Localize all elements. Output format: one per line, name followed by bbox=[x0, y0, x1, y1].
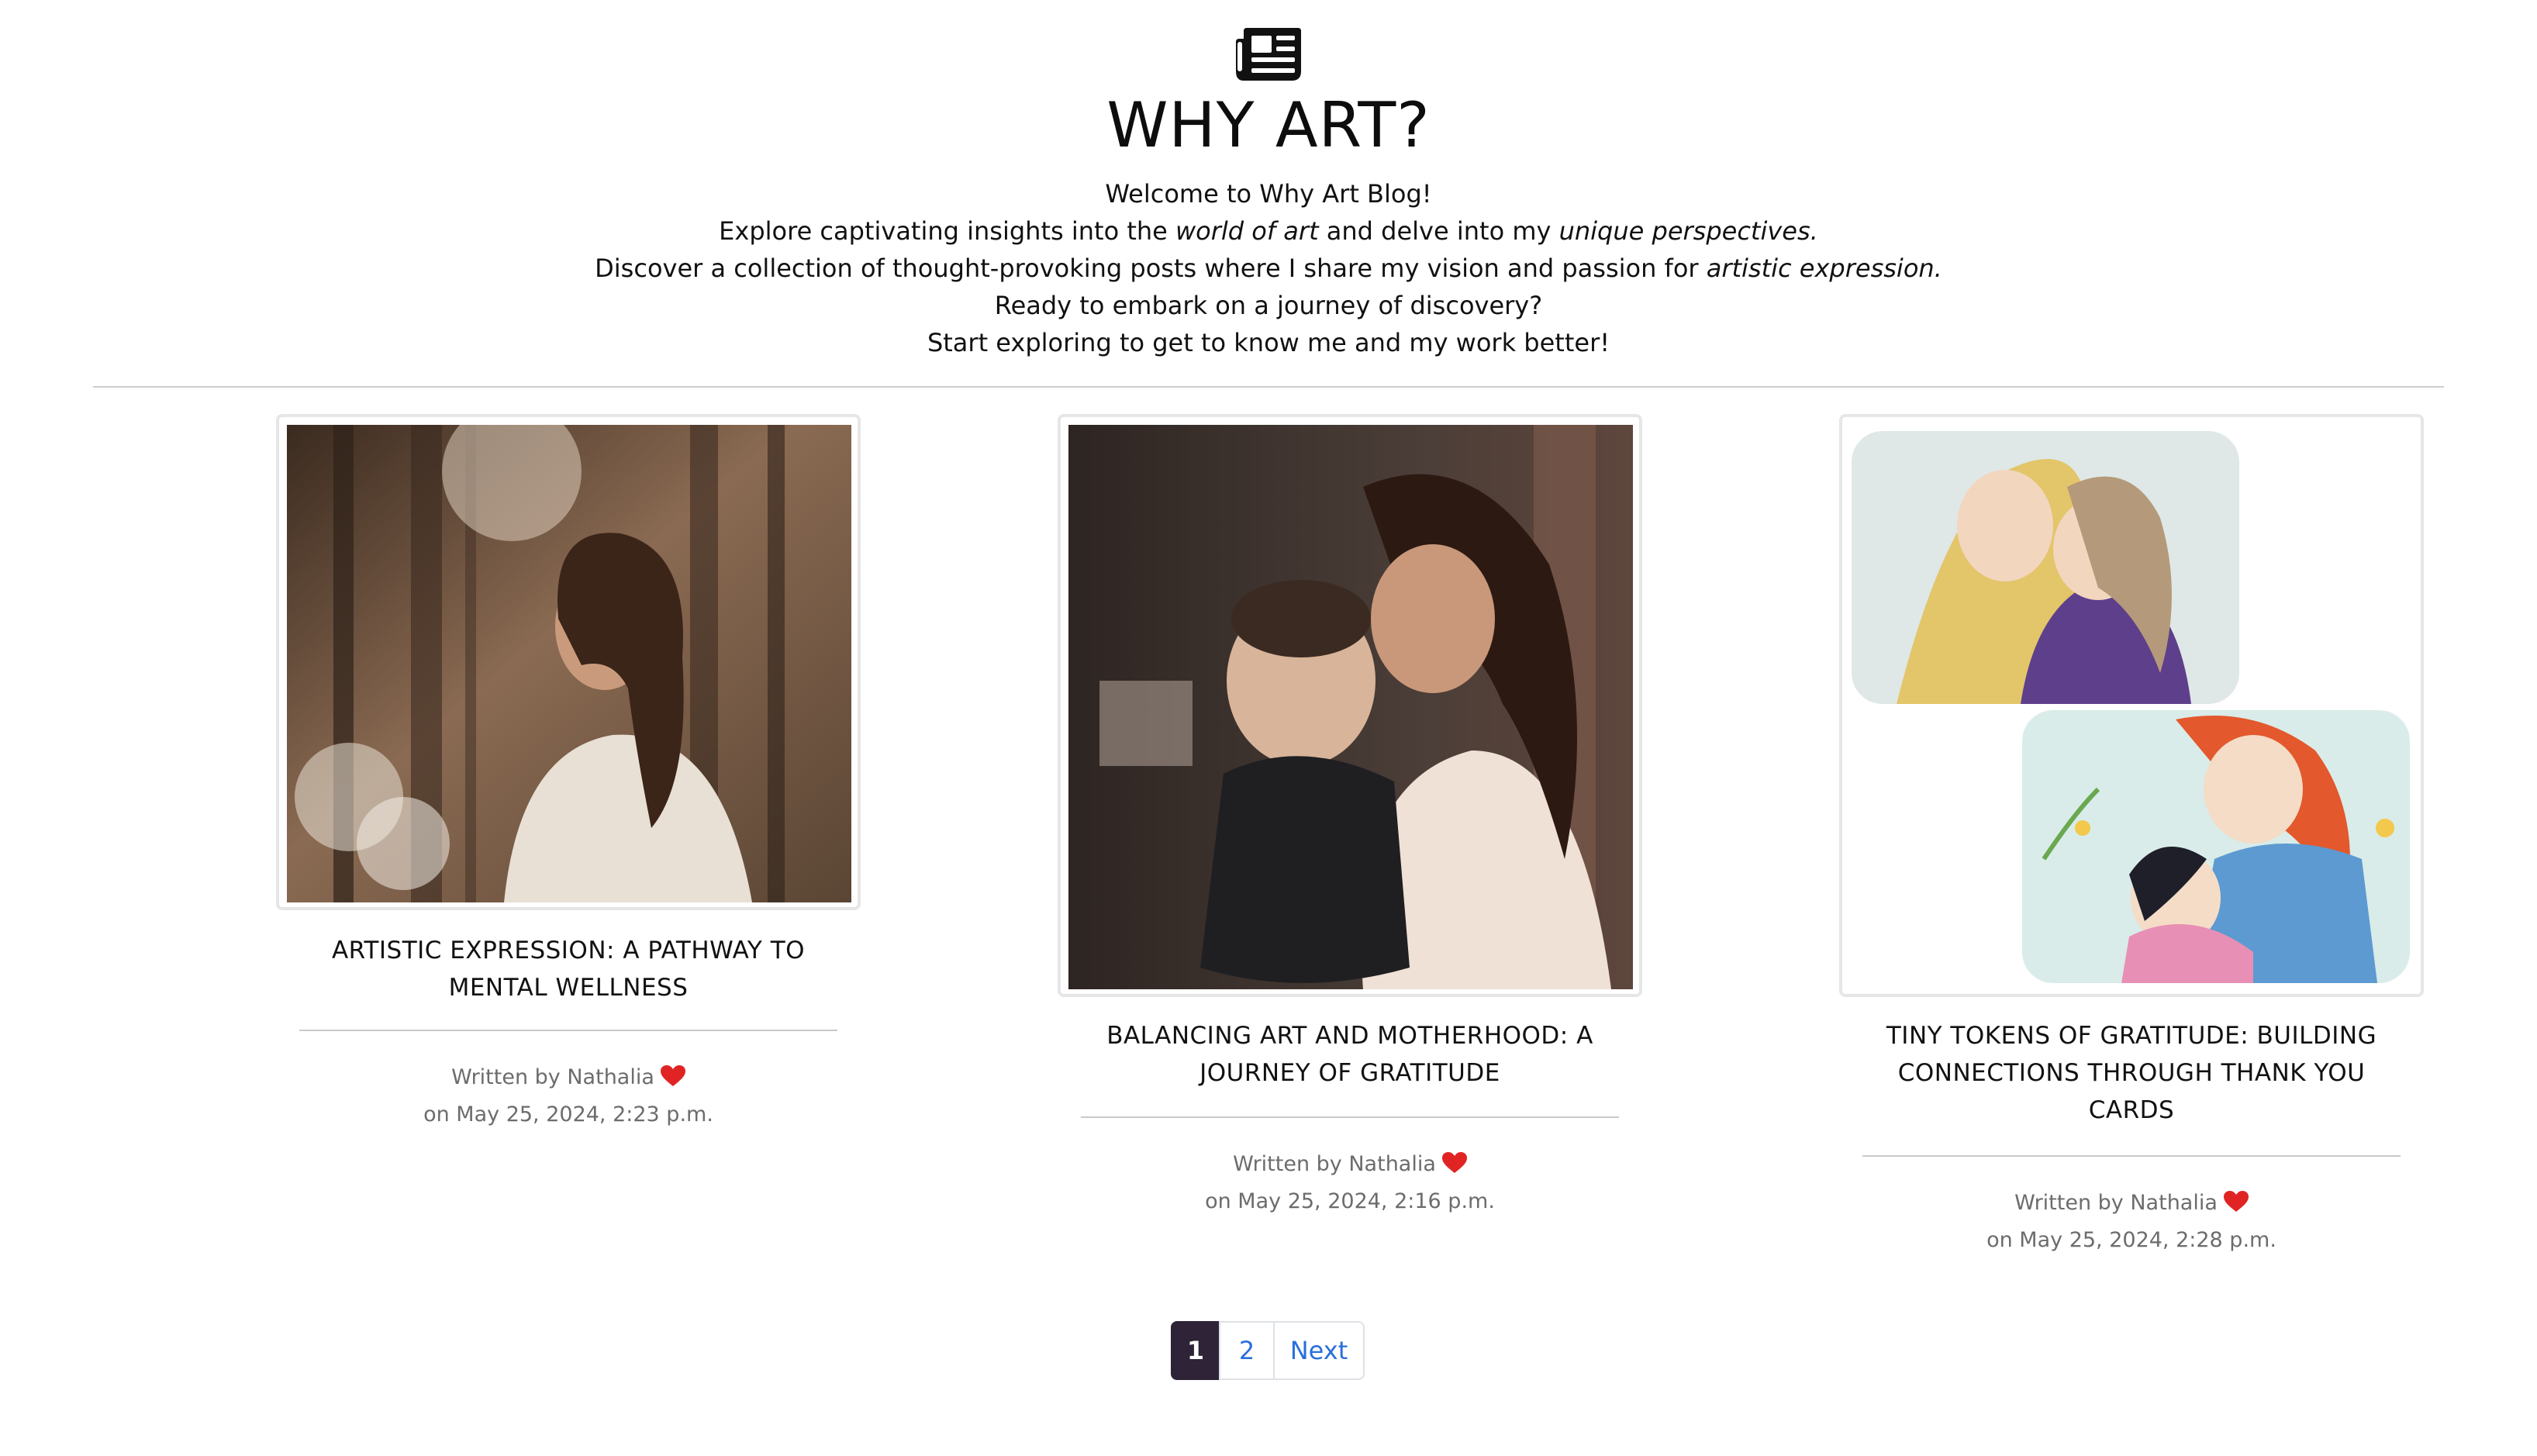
page-1-button[interactable]: 1 bbox=[1171, 1321, 1220, 1380]
post-date: on May 25, 2024, 2:23 p.m. bbox=[423, 1102, 713, 1127]
divider bbox=[299, 1030, 837, 1031]
post-author: Written by Nathalia bbox=[1058, 1146, 1642, 1183]
intro-line: Explore captivating insights into the wo… bbox=[719, 216, 1818, 246]
post-card: TINY TOKENS OF GRATITUDE: BUILDING CONNE… bbox=[1839, 414, 2424, 1267]
post-card: ARTISTIC EXPRESSION: A PATHWAY TO MENTAL… bbox=[276, 414, 861, 1143]
blog-page: WHY ART? Welcome to Why Art Blog! Explor… bbox=[0, 0, 2537, 1456]
post-author: Written by Nathalia bbox=[1839, 1185, 2424, 1222]
post-image-link[interactable] bbox=[276, 414, 861, 910]
intro-line: Discover a collection of thought-provoki… bbox=[595, 254, 1942, 283]
site-title: WHY ART? bbox=[1106, 89, 1431, 161]
intro-line: Start exploring to get to know me and my… bbox=[927, 328, 1610, 357]
pagination: 1 2 Next bbox=[1171, 1321, 1365, 1380]
intro-line: Welcome to Why Art Blog! bbox=[1105, 179, 1432, 209]
post-card: BALANCING ART AND MOTHERHOOD: A JOURNEY … bbox=[1058, 414, 1642, 1228]
divider bbox=[1081, 1116, 1619, 1118]
post-author: Written by Nathalia bbox=[276, 1059, 861, 1096]
divider bbox=[1862, 1155, 2401, 1157]
post-image bbox=[1850, 425, 2414, 989]
post-image bbox=[1068, 425, 1633, 989]
newspaper-icon bbox=[1236, 28, 1301, 81]
post-title[interactable]: TINY TOKENS OF GRATITUDE: BUILDING CONNE… bbox=[1862, 1017, 2401, 1129]
post-date: on May 25, 2024, 2:28 p.m. bbox=[1986, 1228, 2276, 1252]
post-title[interactable]: ARTISTIC EXPRESSION: A PATHWAY TO MENTAL… bbox=[299, 932, 837, 1006]
post-date: on May 25, 2024, 2:16 p.m. bbox=[1205, 1189, 1495, 1213]
post-image-link[interactable] bbox=[1058, 414, 1642, 997]
intro-text: Welcome to Why Art Blog! Explore captiva… bbox=[0, 175, 2537, 361]
intro-line: Ready to embark on a journey of discover… bbox=[994, 291, 1543, 320]
heart-icon bbox=[660, 1065, 685, 1086]
divider bbox=[93, 386, 2444, 388]
post-title[interactable]: BALANCING ART AND MOTHERHOOD: A JOURNEY … bbox=[1081, 1017, 1619, 1092]
heart-icon bbox=[1441, 1152, 1467, 1173]
next-page-button[interactable]: Next bbox=[1273, 1321, 1365, 1380]
post-image bbox=[287, 425, 851, 902]
post-image-link[interactable] bbox=[1839, 414, 2424, 997]
heart-icon bbox=[2223, 1191, 2249, 1212]
page-2-button[interactable]: 2 bbox=[1219, 1321, 1275, 1380]
